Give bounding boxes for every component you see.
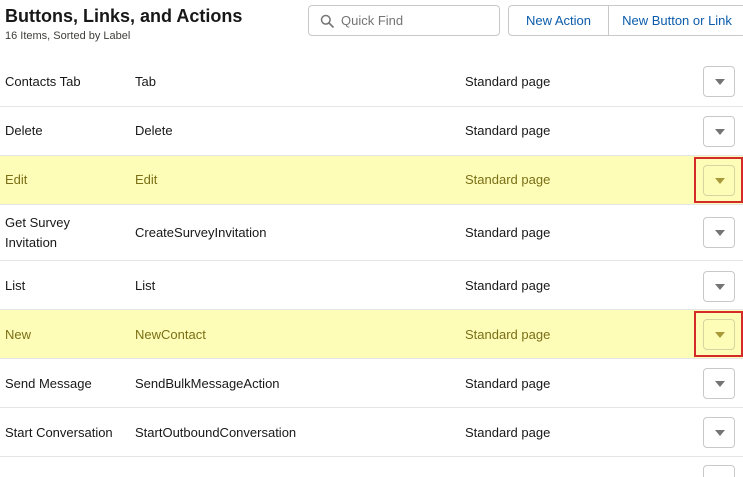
page-subtitle: 16 Items, Sorted by Label xyxy=(5,30,131,42)
chevron-down-icon xyxy=(715,284,725,290)
chevron-down-icon xyxy=(715,79,725,85)
table-row-highlighted: New NewContact Standard page xyxy=(0,310,743,359)
row-label: Edit xyxy=(5,172,28,187)
row-actions-dropdown[interactable] xyxy=(703,271,735,302)
row-actions-dropdown[interactable] xyxy=(703,66,735,97)
row-overridden-with: Standard page xyxy=(465,425,551,440)
page-header: Buttons, Links, and Actions 16 Items, So… xyxy=(0,0,743,58)
new-button-or-link-button[interactable]: New Button or Link xyxy=(609,5,743,36)
row-overridden-with: Standard page xyxy=(465,123,551,138)
row-label: Start Conversation xyxy=(5,425,113,440)
table-row: Send Message SendBulkMessageAction Stand… xyxy=(0,359,743,408)
row-overridden-with: Standard page xyxy=(465,376,551,391)
table-row: List List Standard page xyxy=(0,261,743,310)
row-actions-dropdown[interactable] xyxy=(703,217,735,248)
table-row-partial xyxy=(0,457,743,477)
new-action-button[interactable]: New Action xyxy=(508,5,609,36)
row-name: List xyxy=(135,278,156,293)
annotation-highlight-box xyxy=(694,311,743,357)
page-title: Buttons, Links, and Actions xyxy=(5,6,243,26)
actions-list: Contacts Tab Tab Standard page Delete De… xyxy=(0,58,743,477)
row-name: Tab xyxy=(135,74,156,89)
quick-find-input[interactable] xyxy=(341,10,491,31)
row-actions-dropdown[interactable] xyxy=(703,417,735,448)
chevron-down-icon xyxy=(715,230,725,236)
table-row: Contacts Tab Tab Standard page xyxy=(0,58,743,107)
table-row: Get Survey Invitation CreateSurveyInvita… xyxy=(0,205,743,261)
header-button-group: New Action New Button or Link xyxy=(508,5,743,36)
row-overridden-with: Standard page xyxy=(465,74,551,89)
row-name: Delete xyxy=(135,123,173,138)
row-label: New xyxy=(5,327,32,342)
row-overridden-with: Standard page xyxy=(465,172,551,187)
row-actions-dropdown[interactable] xyxy=(703,116,735,147)
chevron-down-icon xyxy=(715,129,725,135)
row-name: SendBulkMessageAction xyxy=(135,376,280,391)
row-overridden-with: Standard page xyxy=(465,278,551,293)
row-label: Send Message xyxy=(5,376,92,391)
annotation-highlight-box xyxy=(694,157,743,203)
row-label: List xyxy=(5,278,26,293)
row-name: NewContact xyxy=(135,327,206,342)
chevron-down-icon xyxy=(715,430,725,436)
table-row: Start Conversation StartOutboundConversa… xyxy=(0,408,743,457)
table-row-highlighted: Edit Edit Standard page xyxy=(0,156,743,205)
row-label: Contacts Tab xyxy=(5,74,81,89)
search-icon xyxy=(320,14,334,28)
row-name: StartOutboundConversation xyxy=(135,425,297,440)
row-actions-dropdown[interactable] xyxy=(703,465,735,477)
chevron-down-icon xyxy=(715,381,725,387)
row-overridden-with: Standard page xyxy=(465,327,551,342)
row-name: CreateSurveyInvitation xyxy=(135,225,267,240)
row-overridden-with: Standard page xyxy=(465,225,551,240)
row-label: Get Survey Invitation xyxy=(5,215,71,250)
table-row: Delete Delete Standard page xyxy=(0,107,743,156)
row-label: Delete xyxy=(5,123,43,138)
quick-find-search[interactable] xyxy=(308,5,500,36)
row-actions-dropdown[interactable] xyxy=(703,368,735,399)
row-name: Edit xyxy=(135,172,158,187)
